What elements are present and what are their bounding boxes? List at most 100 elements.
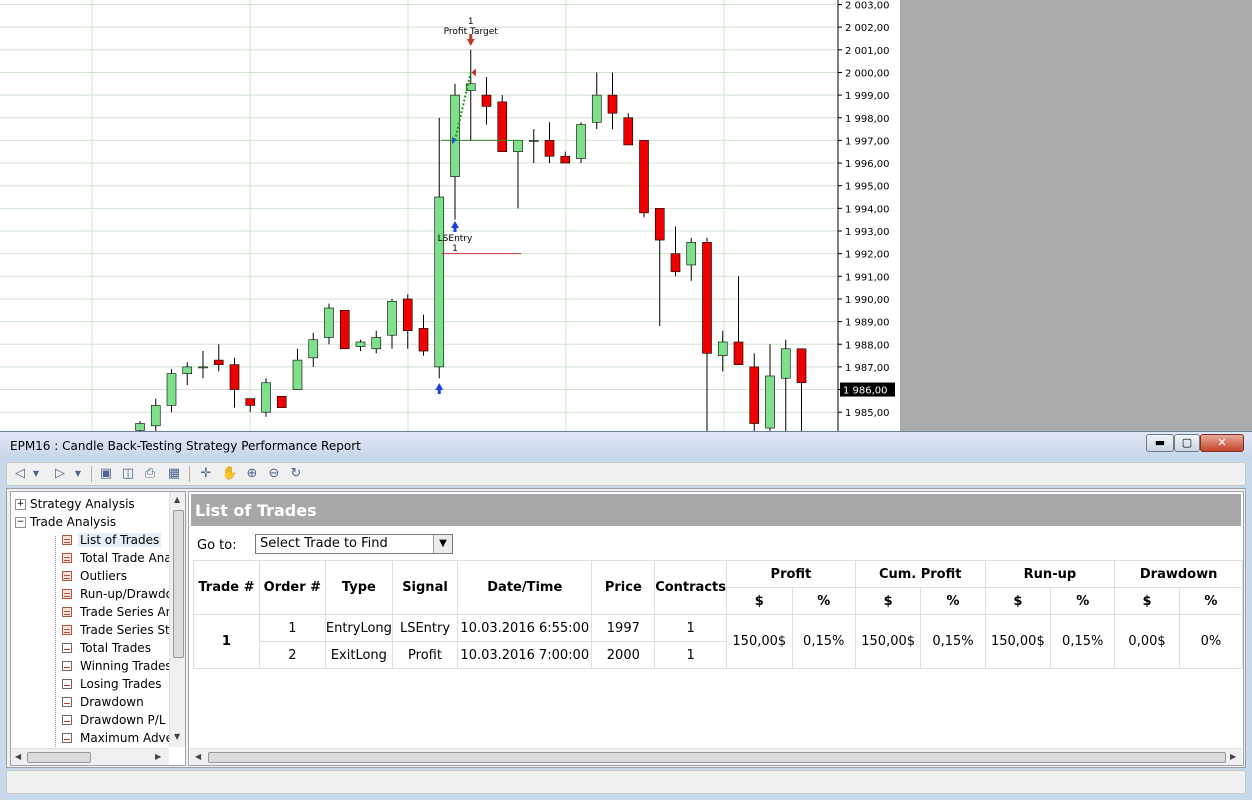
candle-body[interactable] [497, 101, 508, 153]
tree-item[interactable]: Total Trades [48, 639, 153, 657]
candle-body[interactable] [418, 328, 429, 352]
tree-item[interactable]: Drawdown [48, 693, 146, 711]
candle-body[interactable] [276, 396, 287, 408]
scroll-down-icon[interactable]: ▼ [174, 732, 180, 741]
candle-body[interactable] [576, 124, 586, 159]
candlestick-chart-svg[interactable]: 2 003,00 2 002,00 2 001,00 2 000,00 1 999,00… [0, 0, 900, 433]
tree-item[interactable]: Total Trade Analy [48, 549, 184, 567]
zoom-in-icon[interactable]: ⊕ [243, 465, 261, 483]
tree-hscroll-thumb[interactable] [27, 752, 91, 763]
candle-body[interactable] [686, 242, 697, 266]
preview-icon[interactable]: ◫ [119, 465, 137, 483]
candle-body[interactable] [213, 359, 224, 365]
tree-item[interactable]: Drawdown P/L [48, 711, 168, 729]
tree-horizontal-scrollbar[interactable]: ◀ ▶ [11, 748, 169, 765]
report-panel: List of Trades Go to: Select Trade to Fi… [188, 491, 1244, 766]
candle-body[interactable] [702, 242, 712, 354]
candle-body[interactable] [339, 309, 350, 350]
candle-body[interactable] [387, 300, 397, 336]
candle-body[interactable] [245, 398, 256, 406]
minimize-button[interactable]: ▬ [1146, 434, 1174, 452]
candle-body[interactable] [717, 341, 728, 356]
candle-body[interactable] [780, 348, 791, 379]
tree-item[interactable]: + Strategy Analysis [15, 495, 135, 513]
candle-body[interactable] [623, 117, 634, 146]
price-chart[interactable]: 2 003,00 2 002,00 2 001,00 2 000,00 1 999,00… [0, 0, 900, 433]
goto-trade-select[interactable]: Select Trade to Find ▼ [255, 534, 453, 554]
candle-body[interactable] [261, 382, 271, 413]
expand-icon[interactable]: + [15, 499, 26, 510]
tree-item[interactable]: Winning Trades [48, 657, 174, 675]
candle-body[interactable] [450, 94, 460, 177]
crosshair-icon[interactable]: ✛ [197, 465, 215, 483]
candle-body[interactable] [166, 373, 177, 406]
scroll-left-icon[interactable]: ◀ [195, 752, 201, 761]
zoom-out-icon[interactable]: ⊖ [265, 465, 283, 483]
forward-icon[interactable]: ▷ [51, 465, 69, 483]
candle-body[interactable] [749, 366, 760, 424]
table-report-icon [62, 571, 72, 581]
candle-body[interactable] [402, 298, 413, 331]
report-horizontal-scrollbar[interactable]: ◀ ▶ [190, 748, 1242, 765]
candle-body[interactable] [150, 405, 161, 427]
tree-item[interactable]: List of Trades [48, 531, 162, 549]
candle-body[interactable] [308, 339, 319, 359]
candle-body[interactable] [544, 140, 555, 157]
candle-body[interactable] [229, 364, 240, 390]
print-icon[interactable]: ⎙ [141, 465, 159, 483]
candle-body[interactable] [796, 348, 807, 384]
scroll-up-icon[interactable]: ▲ [174, 495, 180, 504]
candle-body[interactable] [654, 208, 665, 241]
scroll-right-icon[interactable]: ▶ [1230, 752, 1236, 761]
price-axis-label: 1 997,00 [845, 136, 890, 147]
performance-report-window: EPM16 : Candle Back-Testing Strategy Per… [0, 431, 1252, 800]
tree-item[interactable]: Trade Series Anal [48, 603, 185, 621]
collapse-icon[interactable]: − [15, 517, 26, 528]
report-scroll-thumb[interactable] [208, 752, 1226, 763]
candle-body[interactable] [733, 341, 744, 365]
candle-body[interactable] [182, 366, 193, 374]
candle-body[interactable] [371, 337, 382, 350]
table-icon[interactable]: ▦ [165, 465, 183, 483]
tree-item[interactable]: Maximum Advers [48, 729, 185, 747]
title-bar[interactable]: EPM16 : Candle Back-Testing Strategy Per… [0, 432, 1252, 460]
maximize-button[interactable]: ▢ [1174, 434, 1200, 452]
back-dropdown-icon[interactable]: ▼ [27, 465, 45, 483]
candle-body[interactable] [355, 341, 366, 347]
candle-body[interactable] [528, 140, 539, 142]
candle-body[interactable] [292, 359, 303, 390]
candle-body[interactable] [434, 196, 445, 368]
signal-arrow-icon [437, 389, 441, 394]
candle-body[interactable] [198, 366, 208, 369]
candle-body[interactable] [560, 155, 571, 164]
tree-scroll-thumb[interactable] [173, 510, 184, 658]
candle-body[interactable] [591, 94, 602, 123]
tree-item[interactable]: − Trade Analysis [15, 513, 116, 531]
header-drawdown-percent: % [1178, 587, 1243, 615]
close-button[interactable]: ✕ [1200, 434, 1244, 452]
candle-body[interactable] [513, 140, 523, 153]
tree-vertical-scrollbar[interactable]: ▲ ▼ [169, 492, 185, 747]
candle-body[interactable] [324, 307, 334, 338]
scroll-left-icon[interactable]: ◀ [15, 752, 21, 761]
scroll-right-icon[interactable]: ▶ [155, 752, 161, 761]
table-report-icon [62, 553, 72, 563]
hand-icon[interactable]: ✋ [221, 465, 239, 483]
candle-body[interactable] [135, 423, 145, 431]
tree-item[interactable]: Losing Trades [48, 675, 164, 693]
refresh-icon[interactable]: ↻ [287, 465, 305, 483]
chevron-down-icon[interactable]: ▼ [433, 535, 452, 553]
tree-item[interactable]: Run-up/Drawdov [48, 585, 182, 603]
candle-body[interactable] [765, 375, 775, 429]
tree-item-label: Drawdown P/L [80, 713, 166, 727]
candle-body[interactable] [670, 253, 681, 273]
table-row[interactable]: 1 1 EntryLong LSEntry 10.03.2016 6:55:00… [193, 614, 1243, 669]
candle-body[interactable] [481, 94, 492, 107]
candle-body[interactable] [607, 94, 618, 114]
tree-item-label: Run-up/Drawdov [80, 587, 181, 601]
tree-item[interactable]: Outliers [48, 567, 129, 585]
tree-item[interactable]: Trade Series Stati [48, 621, 185, 639]
save-icon[interactable]: ▣ [97, 465, 115, 483]
forward-dropdown-icon[interactable]: ▼ [69, 465, 87, 483]
candle-body[interactable] [639, 140, 649, 214]
